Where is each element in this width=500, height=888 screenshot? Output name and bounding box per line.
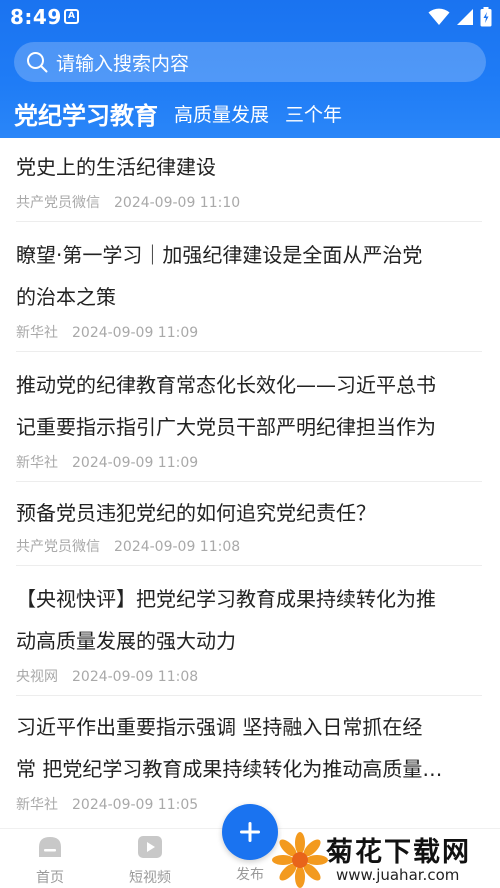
signal-icon [457,9,473,25]
tab-gaozhiliang[interactable]: 高质量发展 [174,100,269,127]
article-time: 2024-09-09 11:10 [114,195,241,211]
app-header: 8:49 A 请输入搜索内容 党纪学习教育 高质量发展 三个年 [0,0,500,138]
article-item[interactable]: 党史上的生活纪律建设 共产党员微信 2024-09-09 11:10 [16,146,482,222]
article-title: 瞭望·第一学习｜加强纪律建设是全面从严治党 的治本之策 [16,243,423,309]
article-item[interactable]: 预备党员违犯党纪的如何追究党纪责任？ 共产党员微信 2024-09-09 11:0… [16,492,482,566]
article-item[interactable]: 推动党的纪律教育常态化长效化——习近平总书 记重要指示指引广大党员干部严明纪律担… [16,364,482,482]
article-time: 2024-09-09 11:09 [72,325,199,341]
watermark-url: www.juahar.com [336,866,460,884]
tab-video[interactable]: 短视频 [110,835,190,887]
article-title: 预备党员违犯党纪的如何追究党纪责任？ [16,501,376,525]
article-time: 2024-09-09 11:05 [72,797,199,813]
article-source: 新华社 [16,455,58,471]
article-meta: 共产党员微信 2024-09-09 11:10 [16,192,240,212]
tab-home-label: 首页 [36,870,64,886]
article-title: 【央视快评】把党纪学习教育成果持续转化为推 动高质量发展的强大动力 [16,587,436,653]
search-icon [27,52,48,73]
article-time: 2024-09-09 11:08 [72,669,199,685]
publish-button[interactable] [222,804,278,860]
article-meta: 新华社 2024-09-09 11:09 [16,322,198,342]
tab-home[interactable]: 首页 [10,835,90,887]
search-bar[interactable]: 请输入搜索内容 [14,42,486,82]
status-bar: 8:49 A [0,0,500,34]
article-source: 共产党员微信 [16,195,100,211]
home-icon [39,837,61,857]
article-item[interactable]: 瞭望·第一学习｜加强纪律建设是全面从严治党 的治本之策 新华社 2024-09-0… [16,234,482,352]
article-title: 党史上的生活纪律建设 [16,155,216,179]
article-source: 央视网 [16,669,58,685]
battery-icon [480,7,492,27]
article-title: 习近平作出重要指示强调 坚持融入日常抓在经 常 把党纪学习教育成果持续转化为推动… [16,715,443,781]
publish-label: 发布 [236,867,264,883]
watermark-title: 菊花下载网 [326,837,471,868]
article-meta: 新华社 2024-09-09 11:05 [16,794,198,814]
article-source: 共产党员微信 [16,539,100,555]
chrysanthemum-logo [272,832,328,888]
article-title: 推动党的纪律教育常态化长效化——习近平总书 记重要指示指引广大党员干部严明纪律担… [16,373,436,439]
site-watermark: 菊花下载网 www.juahar.com [272,830,500,888]
article-time: 2024-09-09 11:09 [72,455,199,471]
article-time: 2024-09-09 11:08 [114,539,241,555]
status-time: 8:49 [10,5,62,29]
tab-dangji-xuexi[interactable]: 党纪学习教育 [14,96,158,131]
article-meta: 央视网 2024-09-09 11:08 [16,666,198,686]
status-indicators [428,6,492,28]
article-source: 新华社 [16,325,58,341]
article-meta: 共产党员微信 2024-09-09 11:08 [16,536,240,556]
channel-tabs: 党纪学习教育 高质量发展 三个年 [0,92,500,134]
article-source: 新华社 [16,797,58,813]
article-meta: 新华社 2024-09-09 11:09 [16,452,198,472]
tab-sangenian[interactable]: 三个年 [285,100,342,127]
search-placeholder: 请输入搜索内容 [56,52,190,75]
wifi-icon [428,8,450,25]
tab-video-label: 短视频 [129,870,171,886]
plus-icon [240,822,260,842]
video-icon [138,836,162,858]
app-notification-icon: A [64,9,79,24]
article-item[interactable]: 【央视快评】把党纪学习教育成果持续转化为推 动高质量发展的强大动力 央视网 202… [16,578,482,696]
